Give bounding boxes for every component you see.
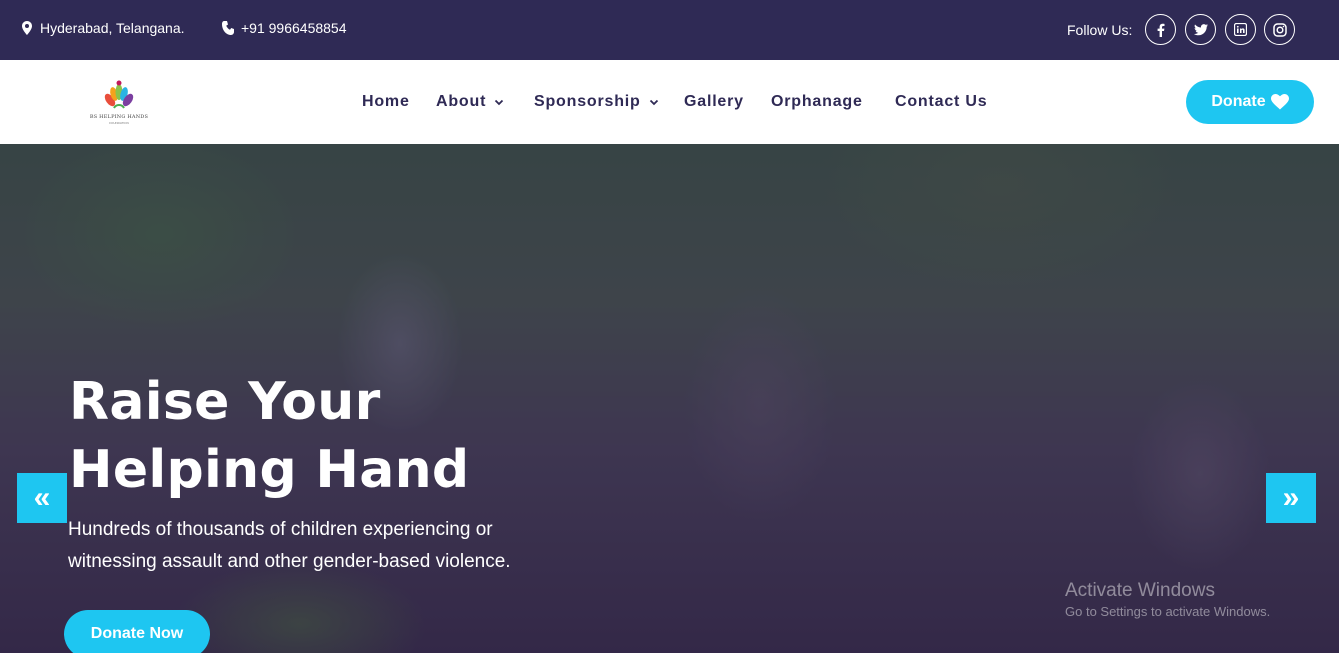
chevron-down-icon bbox=[649, 97, 659, 107]
location-info: Hyderabad, Telangana. bbox=[20, 0, 185, 56]
slider-next-button[interactable]: » bbox=[1266, 473, 1316, 523]
twitter-icon[interactable] bbox=[1185, 14, 1216, 45]
logo-tagline: FOUNDATION bbox=[109, 121, 129, 125]
phone-icon bbox=[221, 20, 235, 36]
watermark-subtitle: Go to Settings to activate Windows. bbox=[1065, 604, 1271, 619]
hero-slider: Raise Your Helping Hand Hundreds of thou… bbox=[0, 144, 1339, 653]
top-bar: Hyderabad, Telangana. +91 9966458854 Fol… bbox=[0, 0, 1339, 60]
nav-sponsorship[interactable]: Sponsorship bbox=[534, 90, 659, 114]
heart-icon bbox=[1270, 94, 1289, 110]
phone-text: +91 9966458854 bbox=[241, 20, 347, 36]
nav-orphanage-label: Orphanage bbox=[771, 93, 863, 110]
nav-orphanage[interactable]: Orphanage bbox=[771, 90, 863, 114]
chevron-down-icon bbox=[494, 97, 504, 107]
hero-title: Raise Your Helping Hand bbox=[69, 368, 549, 504]
nav-gallery-label: Gallery bbox=[684, 93, 744, 110]
hero-subtitle-line-2: witnessing assault and other gender-base… bbox=[68, 551, 511, 572]
nav-home-label: Home bbox=[362, 93, 410, 110]
location-pin-icon bbox=[20, 20, 34, 36]
nav-home[interactable]: Home bbox=[362, 90, 410, 114]
linkedin-icon[interactable] bbox=[1225, 14, 1256, 45]
hero-subtitle-line-1: Hundreds of thousands of children experi… bbox=[68, 519, 493, 540]
phone-info[interactable]: +91 9966458854 bbox=[221, 0, 347, 56]
nav-about-label: About bbox=[436, 93, 487, 110]
hero-title-line-2: Helping Hand bbox=[69, 440, 470, 500]
activate-windows-watermark: Activate Windows Go to Settings to activ… bbox=[1065, 580, 1270, 619]
hero-title-line-1: Raise Your bbox=[69, 372, 381, 432]
nav-contact-us[interactable]: Contact Us bbox=[895, 90, 987, 114]
hero-subtitle: Hundreds of thousands of children experi… bbox=[68, 514, 568, 578]
watermark-title: Activate Windows bbox=[1065, 580, 1215, 601]
helping-hands-logo-icon bbox=[104, 80, 134, 109]
nav-about[interactable]: About bbox=[436, 90, 504, 114]
main-navbar: BS HELPING HANDS FOUNDATION Home About S… bbox=[0, 60, 1339, 144]
nav-sponsorship-label: Sponsorship bbox=[534, 93, 641, 110]
location-text: Hyderabad, Telangana. bbox=[40, 20, 185, 36]
nav-gallery[interactable]: Gallery bbox=[684, 90, 744, 114]
logo-name: BS HELPING HANDS bbox=[89, 114, 149, 120]
slider-prev-button[interactable]: « bbox=[17, 473, 67, 523]
donate-now-button[interactable]: Donate Now bbox=[64, 610, 210, 653]
facebook-icon[interactable] bbox=[1145, 14, 1176, 45]
follow-us-label: Follow Us: bbox=[1067, 22, 1133, 38]
site-logo[interactable]: BS HELPING HANDS FOUNDATION bbox=[86, 78, 152, 128]
donate-button[interactable]: Donate bbox=[1186, 80, 1314, 124]
nav-contact-label: Contact Us bbox=[895, 93, 988, 110]
donate-button-label: Donate bbox=[1211, 93, 1266, 110]
instagram-icon[interactable] bbox=[1264, 14, 1295, 45]
